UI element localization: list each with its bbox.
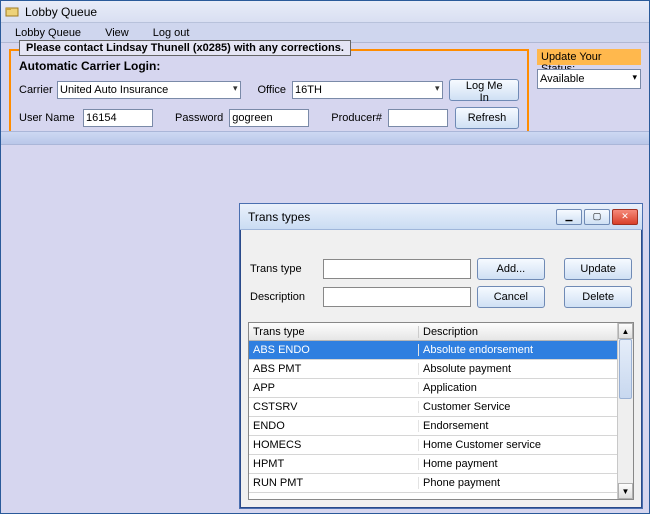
carrier-select[interactable] [57, 81, 241, 99]
status-panel: Update Your Status: [537, 49, 641, 89]
cancel-button[interactable]: Cancel [477, 286, 545, 308]
delete-button[interactable]: Delete [564, 286, 632, 308]
panel-legend: Please contact Lindsay Thunell (x0285) w… [19, 40, 351, 56]
table-row[interactable]: RUN PMTPhone payment [249, 474, 617, 493]
scroll-up-icon[interactable]: ▲ [618, 323, 633, 339]
close-icon[interactable]: ✕ [612, 209, 638, 225]
add-button[interactable]: Add... [477, 258, 545, 280]
table-row[interactable]: ABS ENDOAbsolute endorsement [249, 341, 617, 360]
table-row[interactable]: HPMTHome payment [249, 455, 617, 474]
cell-description: Phone payment [419, 477, 617, 489]
window-titlebar: Lobby Queue [1, 1, 649, 23]
cell-trans-type: CSTSRV [249, 401, 419, 413]
username-field[interactable] [83, 109, 153, 127]
cell-description: Absolute endorsement [419, 344, 617, 356]
scroll-thumb[interactable] [619, 339, 632, 399]
window-title: Lobby Queue [25, 5, 97, 19]
cell-description: Customer Service [419, 401, 617, 413]
separator-strip [1, 131, 649, 145]
password-label: Password [175, 112, 223, 124]
cell-trans-type: RUN PMT [249, 477, 419, 489]
cell-description: Absolute payment [419, 363, 617, 375]
dialog-body: Trans type Add... Update Description Can… [240, 230, 642, 322]
grid-scrollbar[interactable]: ▲ ▼ [617, 323, 633, 499]
office-label: Office [257, 84, 286, 96]
scroll-down-icon[interactable]: ▼ [618, 483, 633, 499]
status-header: Update Your Status: [537, 49, 641, 65]
dialog-title: Trans types [248, 210, 556, 224]
dialog-titlebar: Trans types ▁ ▢ ✕ [240, 204, 642, 230]
producer-field[interactable] [388, 109, 448, 127]
cell-trans-type: HPMT [249, 458, 419, 470]
col-trans-type[interactable]: Trans type [249, 326, 419, 338]
panel-subtitle: Automatic Carrier Login: [19, 59, 519, 73]
status-select[interactable] [537, 69, 641, 89]
trans-type-input[interactable] [323, 259, 471, 279]
table-row[interactable]: ENDOEndorsement [249, 417, 617, 436]
minimize-icon[interactable]: ▁ [556, 209, 582, 225]
table-row[interactable]: CSTSRVCustomer Service [249, 398, 617, 417]
menu-lobby-queue[interactable]: Lobby Queue [5, 25, 91, 41]
trans-type-label: Trans type [250, 263, 317, 275]
cell-description: Home Customer service [419, 439, 617, 451]
cell-trans-type: ABS ENDO [249, 344, 419, 356]
cell-description: Endorsement [419, 420, 617, 432]
carrier-label: Carrier [19, 84, 51, 96]
description-label: Description [250, 291, 317, 303]
update-button[interactable]: Update [564, 258, 632, 280]
trans-types-grid: Trans type Description ABS ENDOAbsolute … [248, 322, 634, 500]
username-label: User Name [19, 112, 77, 124]
office-select[interactable] [292, 81, 443, 99]
producer-label: Producer# [331, 112, 382, 124]
menu-logout[interactable]: Log out [143, 25, 200, 41]
maximize-icon[interactable]: ▢ [584, 209, 610, 225]
cell-description: Home payment [419, 458, 617, 470]
cell-description: Application [419, 382, 617, 394]
app-icon [5, 5, 19, 19]
table-row[interactable]: APPApplication [249, 379, 617, 398]
table-row[interactable]: ABS PMTAbsolute payment [249, 360, 617, 379]
cell-trans-type: HOMECS [249, 439, 419, 451]
cell-trans-type: ABS PMT [249, 363, 419, 375]
trans-types-dialog: Trans types ▁ ▢ ✕ Trans type Add... Upda… [239, 203, 643, 509]
description-input[interactable] [323, 287, 471, 307]
password-field[interactable] [229, 109, 309, 127]
refresh-button[interactable]: Refresh [455, 107, 519, 129]
grid-header: Trans type Description [249, 323, 617, 341]
cell-trans-type: APP [249, 382, 419, 394]
table-row[interactable]: HOMECSHome Customer service [249, 436, 617, 455]
cell-trans-type: ENDO [249, 420, 419, 432]
login-button[interactable]: Log Me In [449, 79, 519, 101]
menu-view[interactable]: View [95, 25, 139, 41]
col-description[interactable]: Description [419, 326, 617, 338]
